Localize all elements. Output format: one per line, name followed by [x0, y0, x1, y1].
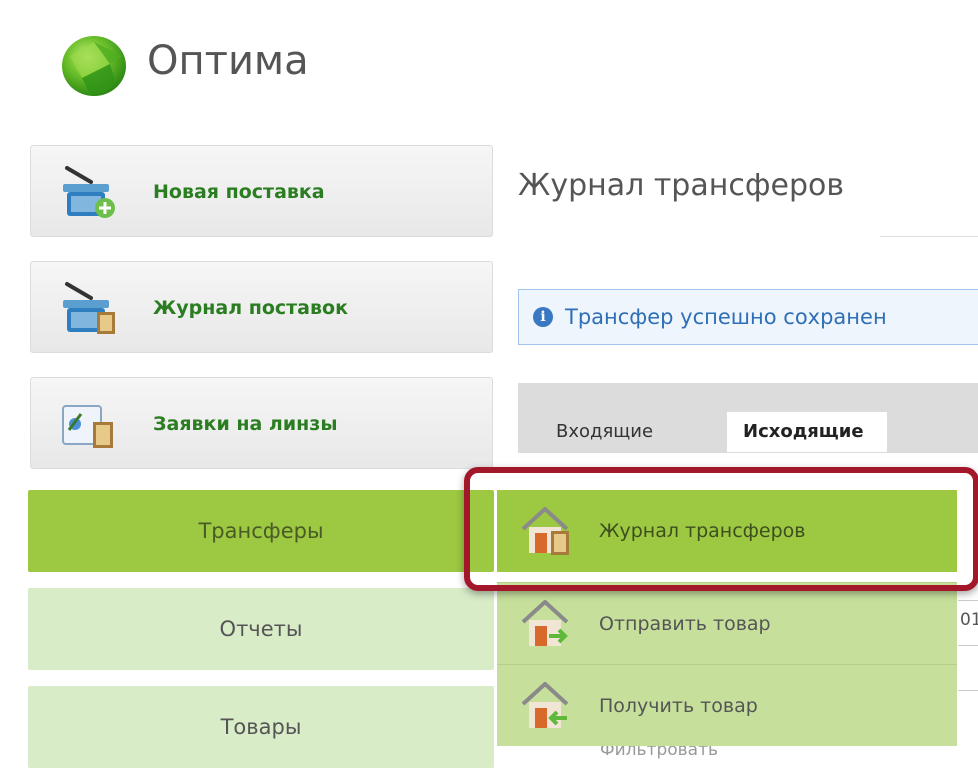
lens-requests-label: Заявки на линзы [153, 413, 338, 435]
highlight-callout [464, 467, 978, 591]
new-delivery-card[interactable]: Новая поставка [30, 145, 493, 237]
info-icon: i [533, 307, 553, 327]
submenu-label: Отправить товар [599, 612, 771, 635]
delivery-journal-label: Журнал поставок [153, 297, 348, 319]
basket-journal-icon [57, 276, 121, 340]
basket-add-icon [57, 160, 121, 224]
lens-request-icon [57, 392, 121, 456]
submenu-send-goods[interactable]: Отправить товар [497, 582, 957, 664]
nav-products[interactable]: Товары [28, 686, 494, 768]
app-title: Оптима [147, 38, 309, 84]
delivery-journal-card[interactable]: Журнал поставок [30, 261, 493, 353]
new-delivery-label: Новая поставка [153, 181, 325, 203]
lens-requests-card[interactable]: Заявки на линзы [30, 377, 493, 469]
info-message: Трансфер успешно сохранен [565, 305, 887, 329]
submenu-receive-goods[interactable]: Получить товар [497, 664, 957, 746]
info-banner: i Трансфер успешно сохранен [518, 289, 978, 345]
submenu-label: Получить товар [599, 694, 758, 717]
house-receive-icon [519, 678, 575, 734]
title-divider [880, 236, 978, 237]
nav-reports[interactable]: Отчеты [28, 588, 494, 670]
app-logo [60, 34, 128, 98]
table-divider [958, 645, 978, 646]
table-divider [958, 600, 978, 601]
page-title: Журнал трансферов [518, 168, 845, 203]
table-cell-fragment: 01 [960, 610, 978, 630]
nav-transfers[interactable]: Трансферы [28, 490, 494, 572]
tab-outgoing[interactable]: Исходящие [727, 412, 887, 452]
house-send-icon [519, 596, 575, 652]
tab-incoming[interactable]: Входящие [540, 412, 669, 452]
table-divider [958, 690, 978, 691]
